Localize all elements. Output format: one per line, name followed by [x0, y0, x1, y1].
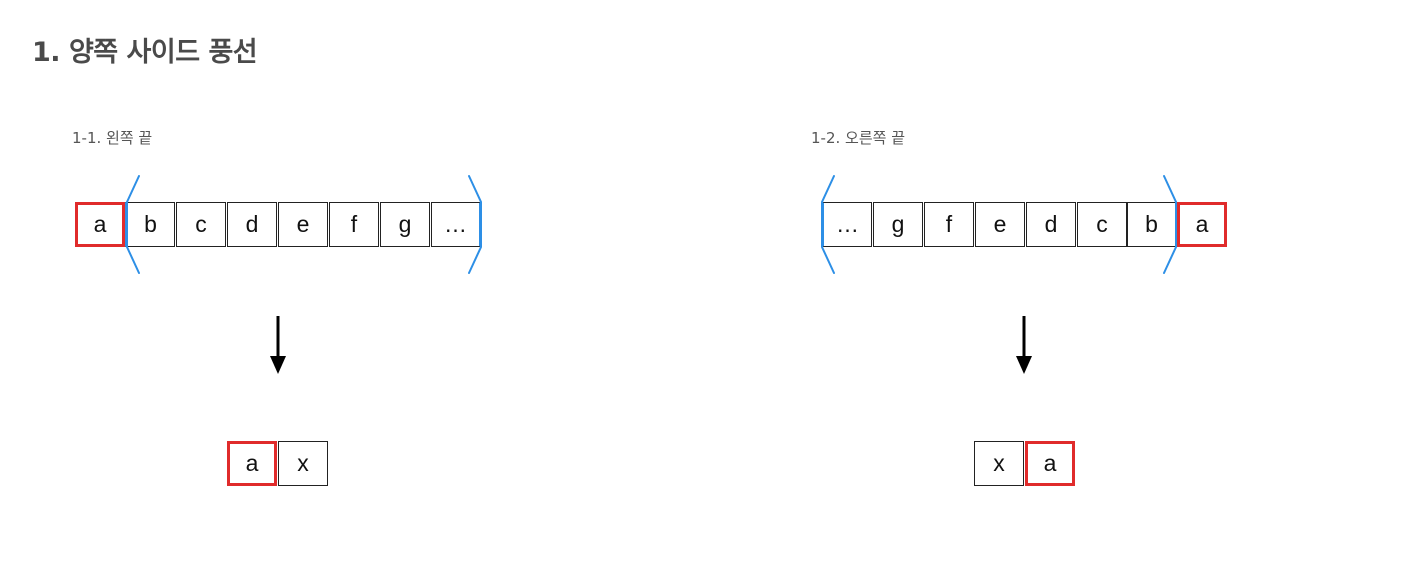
array-cell: c	[1077, 202, 1127, 247]
result-cell-highlighted: a	[227, 441, 277, 486]
diagram-overlay	[126, 175, 1177, 374]
array-cell: e	[278, 202, 328, 247]
array-cell: …	[431, 202, 481, 247]
array-cell-highlighted: a	[1177, 202, 1227, 247]
array-cell: f	[329, 202, 379, 247]
array-cell: g	[873, 202, 923, 247]
down-arrow-icon	[1016, 316, 1032, 374]
result-cell-highlighted: a	[1025, 441, 1075, 486]
section-title-left-end: 1-1. 왼쪽 끝	[72, 129, 153, 147]
array-cell-highlighted: a	[75, 202, 125, 247]
array-cell: b	[125, 202, 175, 247]
array-cell: b	[1127, 202, 1177, 247]
array-cell: g	[380, 202, 430, 247]
result-cell: x	[974, 441, 1024, 486]
array-cell: …	[822, 202, 872, 247]
array-cell: e	[975, 202, 1025, 247]
result-cell: x	[278, 441, 328, 486]
section-title-right-end: 1-2. 오른쪽 끝	[811, 129, 906, 147]
array-cell: f	[924, 202, 974, 247]
array-cell: c	[176, 202, 226, 247]
array-cell: d	[227, 202, 277, 247]
page-title: 1. 양쪽 사이드 풍선	[32, 37, 258, 68]
array-cell: d	[1026, 202, 1076, 247]
down-arrow-icon	[270, 316, 286, 374]
